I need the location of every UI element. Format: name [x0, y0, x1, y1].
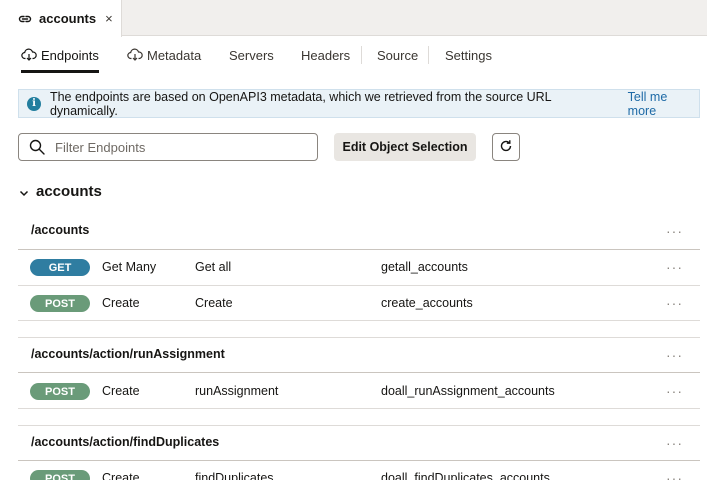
- tab-label: Servers: [229, 47, 274, 63]
- section-path: /accounts: [31, 223, 90, 237]
- filter-endpoints-input[interactable]: [55, 139, 295, 155]
- tab-metadata[interactable]: Metadata: [127, 37, 201, 73]
- operation-name: runAssignment: [195, 384, 279, 398]
- method-badge: GET: [30, 259, 90, 276]
- active-tab-indicator: [21, 70, 99, 73]
- section-path: /accounts/action/runAssignment: [31, 347, 225, 361]
- tab-label: Headers: [301, 47, 351, 63]
- info-icon: i: [27, 96, 41, 111]
- more-options-icon[interactable]: ···: [666, 224, 683, 238]
- operation-name: findDuplicates: [195, 471, 274, 480]
- close-icon[interactable]: ×: [105, 11, 113, 26]
- tab-label: Settings: [445, 47, 492, 63]
- more-options-icon[interactable]: ···: [666, 260, 683, 274]
- document-tab-title: accounts: [39, 11, 97, 26]
- operation-type: Create: [102, 471, 140, 480]
- method-badge: POST: [30, 383, 90, 400]
- refresh-button[interactable]: [492, 133, 520, 161]
- method-badge: POST: [30, 470, 90, 480]
- tab-label: Metadata: [147, 47, 202, 63]
- tab-endpoints[interactable]: Endpoints: [21, 37, 99, 73]
- tab-source[interactable]: Source: [377, 37, 418, 73]
- operation-id: doall_findDuplicates_accounts: [381, 471, 550, 480]
- info-banner: i The endpoints are based on OpenAPI3 me…: [18, 89, 700, 118]
- tab-divider: [361, 46, 362, 64]
- operation-type: Create: [102, 296, 140, 310]
- tell-me-more-link[interactable]: Tell me more: [628, 90, 699, 118]
- operation-type: Create: [102, 384, 140, 398]
- filter-endpoints-field[interactable]: [18, 133, 318, 161]
- endpoint-row[interactable]: POST Create Create create_accounts ···: [18, 286, 700, 321]
- tab-settings[interactable]: Settings: [445, 37, 492, 73]
- tab-label: Source: [377, 47, 419, 63]
- divider: [18, 408, 700, 409]
- tab-divider: [428, 46, 429, 64]
- operation-id: getall_accounts: [381, 260, 468, 274]
- endpoint-row[interactable]: POST Create runAssignment doall_runAssig…: [18, 374, 700, 409]
- accounts-group-toggle[interactable]: accounts: [18, 181, 102, 201]
- more-options-icon[interactable]: ···: [666, 471, 683, 480]
- link-icon: [18, 12, 32, 26]
- section-path: /accounts/action/findDuplicates: [31, 435, 220, 449]
- banner-message: The endpoints are based on OpenAPI3 meta…: [49, 89, 552, 118]
- chevron-down-icon: [18, 187, 30, 199]
- tab-label: Endpoints: [41, 47, 99, 63]
- operation-id: create_accounts: [381, 296, 473, 310]
- more-options-icon[interactable]: ···: [666, 296, 683, 310]
- tab-strip: Endpoints Metadata Servers Headers Sourc…: [0, 37, 707, 73]
- method-badge: POST: [30, 295, 90, 312]
- cloud-down-icon: [127, 48, 143, 62]
- tab-servers[interactable]: Servers: [229, 37, 274, 73]
- group-title: accounts: [36, 182, 102, 200]
- divider: [18, 372, 700, 373]
- more-options-icon[interactable]: ···: [666, 384, 683, 398]
- operation-name: Get all: [195, 260, 232, 274]
- edit-object-selection-button[interactable]: Edit Object Selection: [334, 133, 476, 161]
- tab-headers[interactable]: Headers: [301, 37, 350, 73]
- divider: [18, 320, 700, 321]
- document-tab-bar: accounts ×: [0, 0, 707, 37]
- more-options-icon[interactable]: ···: [666, 436, 683, 450]
- cloud-down-icon: [21, 48, 37, 62]
- divider: [18, 337, 700, 338]
- operation-type: Get Many: [102, 260, 157, 274]
- refresh-icon: [499, 139, 513, 156]
- divider: [18, 425, 700, 426]
- search-icon: [29, 139, 45, 155]
- more-options-icon[interactable]: ···: [666, 348, 683, 362]
- document-tab-accounts[interactable]: accounts ×: [0, 0, 122, 37]
- operation-id: doall_runAssignment_accounts: [381, 384, 555, 398]
- endpoint-row[interactable]: GET Get Many Get all getall_accounts ···: [18, 250, 700, 285]
- endpoint-row[interactable]: POST Create findDuplicates doall_findDup…: [18, 461, 700, 480]
- operation-name: Create: [195, 296, 233, 310]
